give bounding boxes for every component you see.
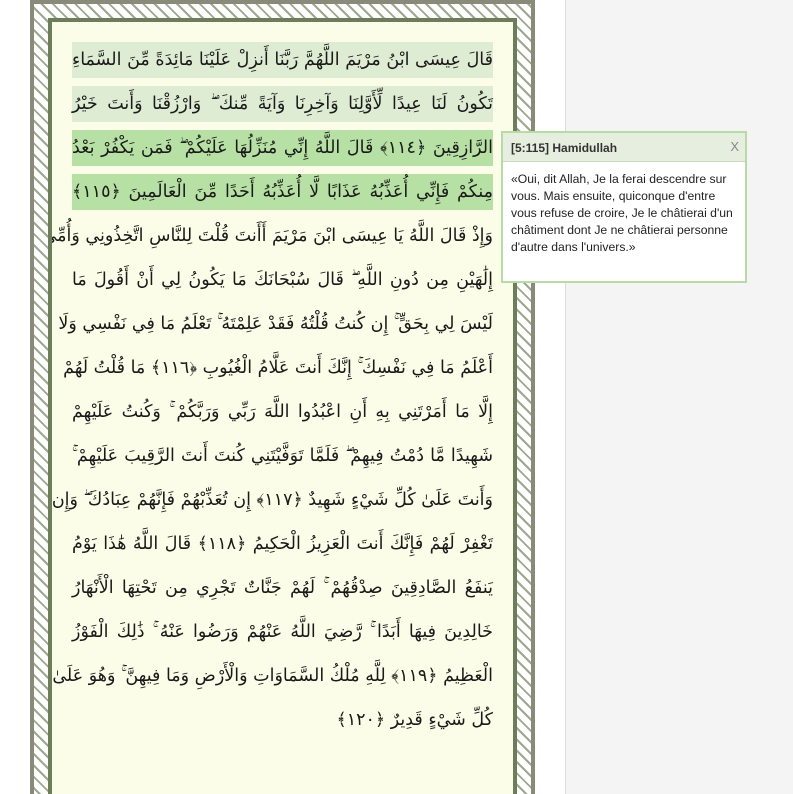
translation-popup-header: [5:115] Hamidullah X (503, 133, 745, 162)
left-margin (0, 0, 30, 794)
verse-line-4-selected[interactable]: مِنكُمْ فَإِنِّي أُعَذِّبُهُ عَذَابًا لَ… (72, 174, 493, 210)
verse-line-2[interactable]: تَكُونُ لَنَا عِيدًا لِّأَوَّلِنَا وَآخِ… (72, 86, 493, 122)
verse-line-text: خَالِدِينَ فِيهَا أَبَدًا ۚ رَّضِيَ اللَ… (72, 622, 493, 642)
verse-line-12[interactable]: تَغْفِرْ لَهُمْ فَإِنَّكَ أَنتَ الْعَزِي… (72, 526, 493, 562)
translation-popup: [5:115] Hamidullah X «Oui, dit Allah, Je… (501, 131, 747, 283)
verse-line-8[interactable]: أَعْلَمُ مَا فِي نَفْسِكَ ۚ إِنَّكَ أَنت… (63, 350, 493, 386)
verse-line-13[interactable]: يَنفَعُ الصَّادِقِينَ صِدْقُهُمْ ۚ لَهُم… (72, 570, 493, 606)
verse-line-text: مِنكُمْ فَإِنِّي أُعَذِّبُهُ عَذَابًا لَ… (72, 182, 493, 202)
verse-line-text: الرَّازِقِينَ ﴿١١٤﴾ قَالَ اللَّهُ إِنِّي… (72, 138, 493, 158)
verse-line-5[interactable]: وَإِذْ قَالَ اللَّهُ يَا عِيسَى ابْنَ مَ… (52, 218, 493, 254)
verse-line-text: وَأَنتَ عَلَىٰ كُلِّ شَيْءٍ شَهِيدٌ ﴿١١٧… (52, 490, 493, 510)
verse-line-16[interactable]: كُلِّ شَيْءٍ قَدِيرٌ ﴿١٢٠﴾ (72, 702, 493, 738)
verse-line-text: إِلَّا مَا أَمَرْتَنِي بِهِ أَنِ اعْبُدُ… (72, 402, 493, 422)
right-side-panel (565, 0, 793, 794)
verse-line-text: الْعَظِيمُ ﴿١١٩﴾ لِلَّهِ مُلْكُ السَّمَا… (52, 666, 493, 686)
translation-text: «Oui, dit Allah, Je la ferai descendre s… (511, 172, 733, 254)
translation-popup-title: [5:115] Hamidullah (511, 141, 618, 155)
verse-line-text: شَهِيدًا مَّا دُمْتُ فِيهِمْ ۖ فَلَمَّا … (72, 446, 493, 466)
verse-line-9[interactable]: إِلَّا مَا أَمَرْتَنِي بِهِ أَنِ اعْبُدُ… (72, 394, 493, 430)
verse-line-10[interactable]: شَهِيدًا مَّا دُمْتُ فِيهِمْ ۖ فَلَمَّا … (72, 438, 493, 474)
verse-line-text: كُلِّ شَيْءٍ قَدِيرٌ ﴿١٢٠﴾ (336, 710, 493, 730)
verse-line-11[interactable]: وَأَنتَ عَلَىٰ كُلِّ شَيْءٍ شَهِيدٌ ﴿١١٧… (52, 482, 493, 518)
verse-line-text: إِلَٰهَيْنِ مِن دُونِ اللَّهِ ۖ قَالَ سُ… (72, 270, 493, 290)
verse-line-text: تَغْفِرْ لَهُمْ فَإِنَّكَ أَنتَ الْعَزِي… (72, 534, 493, 554)
verse-line-6[interactable]: إِلَٰهَيْنِ مِن دُونِ اللَّهِ ۖ قَالَ سُ… (72, 262, 493, 298)
verse-line-14[interactable]: خَالِدِينَ فِيهَا أَبَدًا ۚ رَّضِيَ اللَ… (72, 614, 493, 650)
verse-line-text: قَالَ عِيسَى ابْنُ مَرْيَمَ اللَّهُمَّ ر… (72, 50, 493, 70)
verse-line-text: تَكُونُ لَنَا عِيدًا لِّأَوَّلِنَا وَآخِ… (72, 94, 493, 114)
verse-line-7[interactable]: لَيْسَ لِي بِحَقٍّ ۚ إِن كُنتُ قُلْتُهُ … (58, 306, 493, 342)
verse-line-3-selected[interactable]: الرَّازِقِينَ ﴿١١٤﴾ قَالَ اللَّهُ إِنِّي… (72, 130, 493, 166)
mushaf-page: قَالَ عِيسَى ابْنُ مَرْيَمَ اللَّهُمَّ ر… (52, 22, 513, 794)
verse-line-text: يَنفَعُ الصَّادِقِينَ صِدْقُهُمْ ۚ لَهُم… (72, 578, 493, 598)
verse-line-text: وَإِذْ قَالَ اللَّهُ يَا عِيسَى ابْنَ مَ… (52, 226, 493, 246)
verse-line-15[interactable]: الْعَظِيمُ ﴿١١٩﴾ لِلَّهِ مُلْكُ السَّمَا… (52, 658, 493, 694)
verse-line-text: لَيْسَ لِي بِحَقٍّ ۚ إِن كُنتُ قُلْتُهُ … (58, 314, 493, 334)
verse-line-text: أَعْلَمُ مَا فِي نَفْسِكَ ۚ إِنَّكَ أَنت… (63, 358, 493, 378)
close-icon[interactable]: X (730, 139, 739, 154)
verse-line-1[interactable]: قَالَ عِيسَى ابْنُ مَرْيَمَ اللَّهُمَّ ر… (72, 42, 493, 78)
